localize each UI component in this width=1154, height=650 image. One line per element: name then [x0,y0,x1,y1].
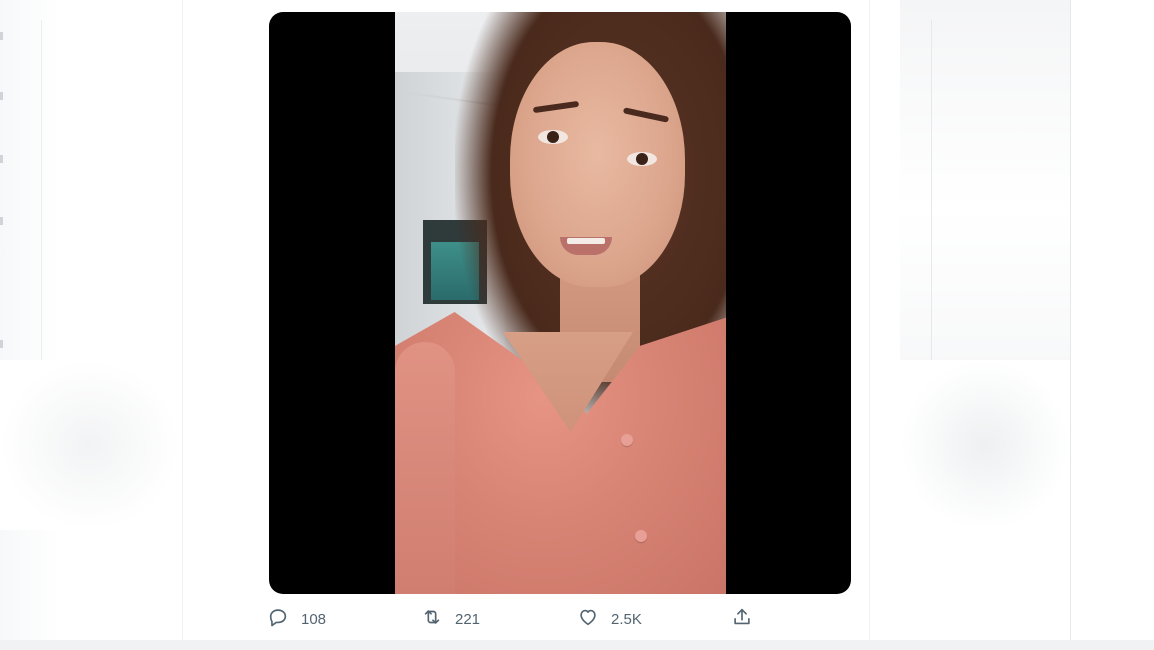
background-divider-far-right [1070,0,1071,650]
bottom-divider [0,640,1154,650]
reply-count: 108 [301,610,327,628]
retweet-count: 221 [455,610,481,628]
tweet-actions-bar: 108 221 2.5K [267,605,867,633]
background-divider-right [931,20,932,360]
background-divider [41,20,42,360]
video-shirt-button [635,530,647,542]
like-icon [577,606,599,632]
background-blur-right [900,360,1070,530]
video-frame [395,12,726,594]
video-player[interactable] [269,12,851,594]
video-person-teeth [567,238,605,244]
retweet-button[interactable]: 221 [421,605,480,633]
background-left-column [0,0,182,650]
video-person-eye-right [627,152,657,166]
like-count: 2.5K [611,610,642,628]
video-person-eye-left [538,130,568,144]
reply-button[interactable]: 108 [267,605,326,633]
tweet-card: 108 221 2.5K [182,0,870,650]
video-person-arm [395,342,455,594]
video-shirt-button [621,434,633,446]
background-blur-left [0,360,180,530]
share-icon [731,606,753,632]
retweet-icon [421,606,443,632]
reply-icon [267,606,289,632]
share-button[interactable] [731,605,753,633]
like-button[interactable]: 2.5K [577,605,642,633]
